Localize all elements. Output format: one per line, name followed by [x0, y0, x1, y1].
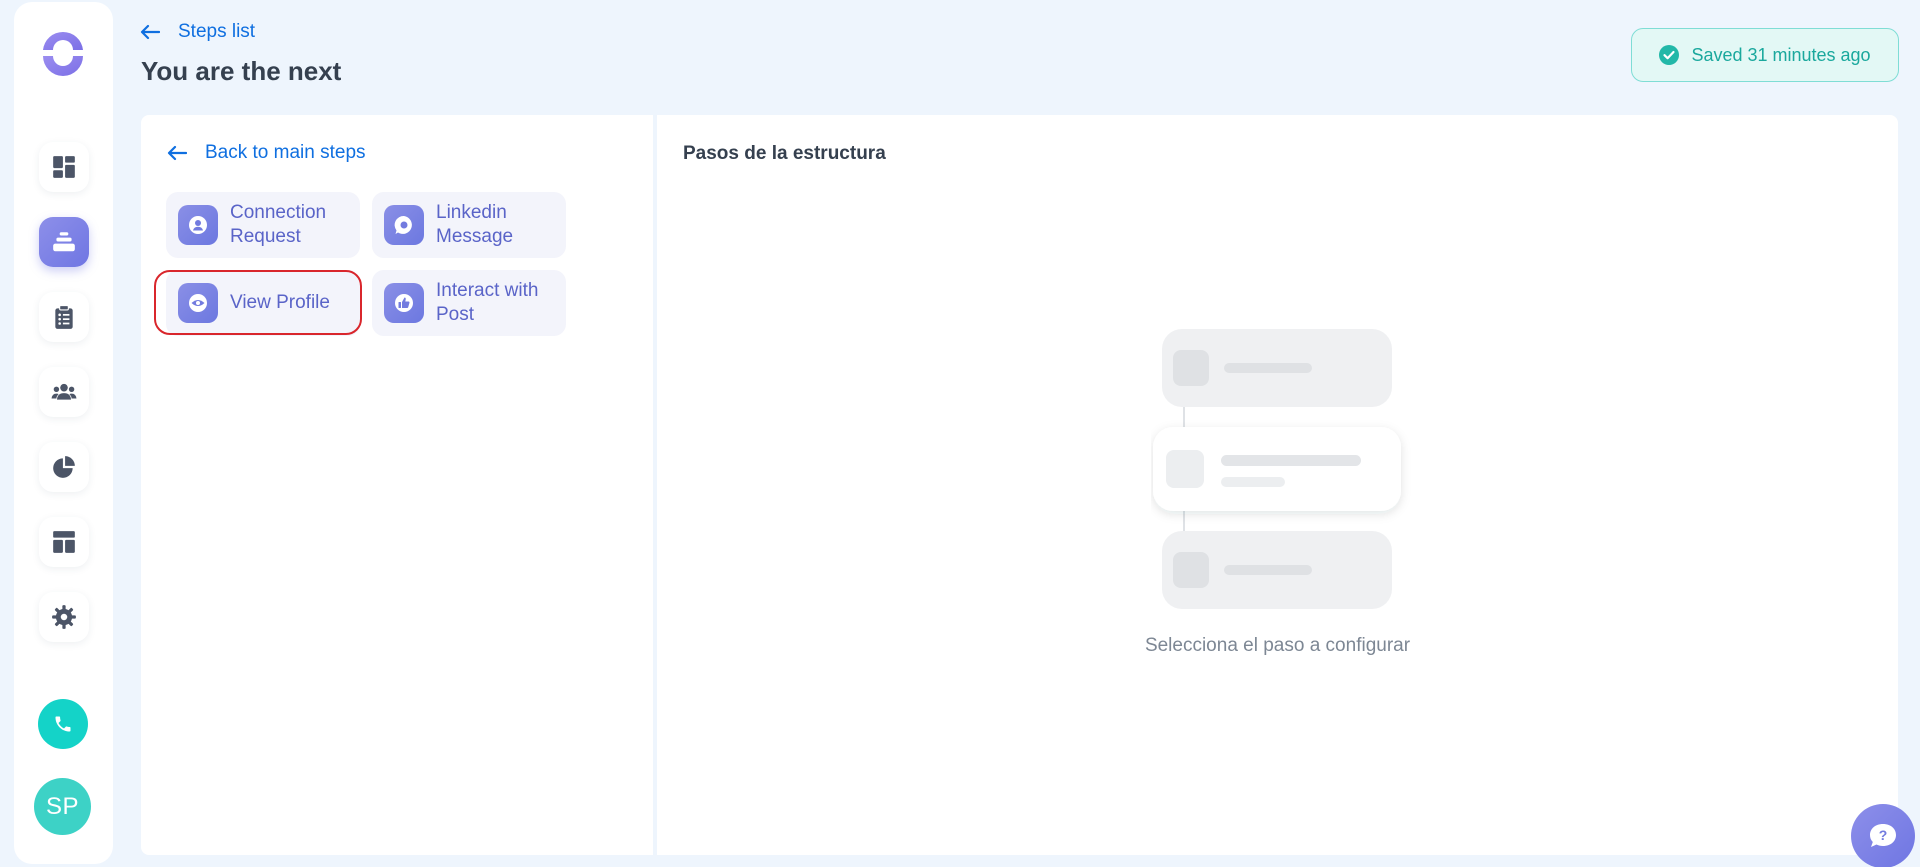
layers-icon [53, 232, 75, 252]
phone-icon [55, 716, 71, 732]
sidebar-item-templates[interactable] [39, 517, 89, 567]
step-interact-with-post[interactable]: Interact with Post [372, 270, 566, 336]
step-label: View Profile [230, 292, 330, 313]
page-title: You are the next [141, 56, 342, 86]
help-button[interactable]: ? [1851, 804, 1915, 867]
step-linkedin-message[interactable]: Linkedin Message [372, 192, 566, 258]
phone-button[interactable] [38, 699, 88, 749]
step-label: Connection Request [230, 202, 327, 247]
arrow-left-icon [167, 145, 187, 161]
check-circle-icon [1659, 45, 1680, 65]
back-to-main-steps-link[interactable]: Back to main steps [167, 139, 366, 167]
users-icon [51, 383, 77, 400]
empty-state-message: Selecciona el paso a configurar [1144, 635, 1411, 656]
sidebar: SP [14, 2, 113, 864]
steps-list-label: Steps list [178, 21, 256, 42]
sidebar-item-dashboard[interactable] [39, 142, 89, 192]
empty-state-illustration [1153, 329, 1401, 609]
arrow-left-icon [140, 24, 160, 40]
chat-icon [384, 205, 424, 245]
steps-panel: Back to main steps Connection Request Li… [141, 115, 653, 855]
step-label: Linkedin Message [436, 202, 514, 247]
thumbs-up-icon [384, 283, 424, 323]
sidebar-item-contacts[interactable] [39, 367, 89, 417]
step-connection-request[interactable]: Connection Request [166, 192, 360, 258]
saved-status-text: Saved 31 minutes ago [1691, 44, 1871, 65]
svg-text:?: ? [1879, 827, 1888, 843]
avatar-initials: SP [45, 792, 79, 820]
structure-panel: Pasos de la estructura Selecciona el pas… [657, 115, 1898, 855]
gear-icon [52, 605, 76, 629]
sidebar-item-reports[interactable] [39, 442, 89, 492]
sidebar-item-tasks[interactable] [39, 292, 89, 342]
app-logo[interactable] [39, 28, 87, 76]
step-label: Interact with Post [436, 280, 539, 325]
user-icon [178, 205, 218, 245]
dashboard-icon [53, 156, 75, 178]
layout-icon [53, 531, 75, 553]
back-to-main-steps-label: Back to main steps [205, 142, 366, 163]
saved-status-badge: Saved 31 minutes ago [1631, 28, 1899, 82]
steps-list-link[interactable]: Steps list [140, 18, 255, 46]
clipboard-icon [55, 305, 73, 329]
sidebar-item-settings[interactable] [39, 592, 89, 642]
help-chat-icon: ? [1870, 824, 1896, 847]
pie-chart-icon [53, 456, 75, 478]
sidebar-item-campaigns[interactable] [39, 217, 89, 267]
avatar[interactable]: SP [34, 778, 91, 835]
eye-icon [178, 283, 218, 323]
step-view-profile[interactable]: View Profile [166, 270, 360, 336]
structure-title: Pasos de la estructura [683, 143, 886, 164]
